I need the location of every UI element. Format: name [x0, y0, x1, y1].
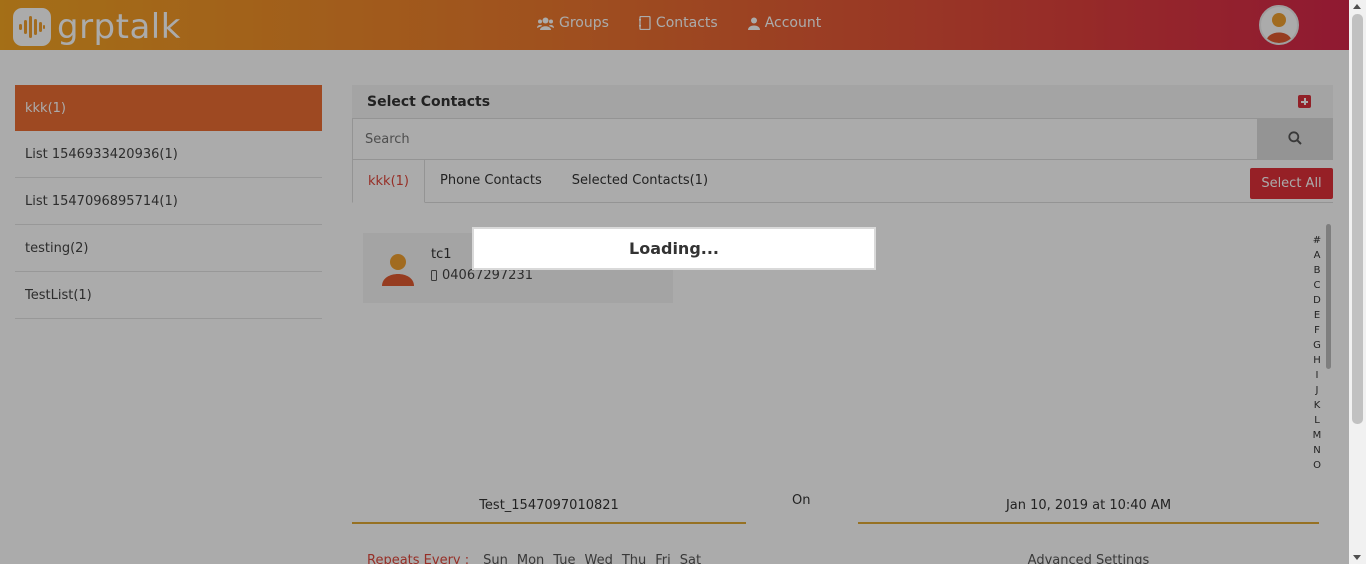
page-scrollbar[interactable]	[1349, 0, 1366, 564]
loading-dialog: Loading...	[472, 227, 876, 270]
loading-text: Loading...	[629, 239, 719, 258]
scroll-down-arrow-icon[interactable]	[1353, 555, 1361, 560]
scroll-up-arrow-icon[interactable]	[1353, 4, 1361, 9]
loading-overlay	[0, 0, 1349, 564]
page-scrollbar-thumb[interactable]	[1352, 14, 1363, 424]
